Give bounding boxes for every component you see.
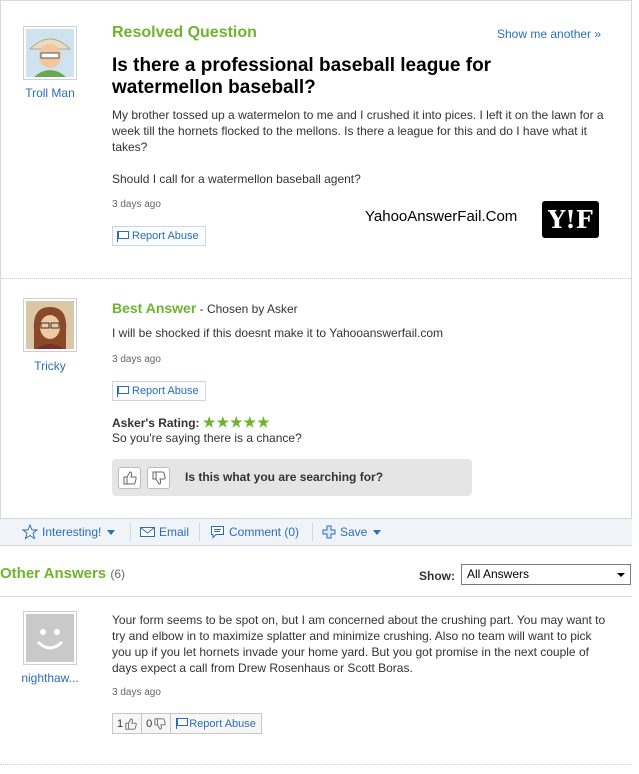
show-me-another-link[interactable]: Show me another » — [497, 27, 601, 41]
chevron-down-icon — [617, 573, 625, 577]
answer2-text: Your form seems to be spot on, but I am … — [112, 613, 606, 675]
tricky-avatar-icon — [26, 301, 74, 349]
question-body-paragraph: My brother tossed up a watermelon to me … — [112, 108, 604, 154]
toolbar-separator — [312, 523, 313, 541]
question-date: 3 days ago — [112, 199, 161, 210]
answerer-name[interactable]: Tricky — [10, 359, 90, 373]
answer2-date: 3 days ago — [112, 687, 161, 698]
thumbs-down-button[interactable]: 0 — [142, 713, 172, 734]
default-avatar-icon — [26, 614, 74, 662]
chevron-down-icon — [373, 529, 382, 535]
report-abuse-label: Report Abuse — [189, 717, 256, 730]
report-abuse-label: Report Abuse — [132, 385, 199, 397]
other-answers-count: (6) — [110, 567, 125, 581]
comment-icon — [211, 526, 224, 539]
best-answer-heading: Best Answer - Chosen by Asker — [112, 300, 298, 316]
asker-avatar[interactable] — [23, 26, 77, 80]
asker-name[interactable]: Troll Man — [10, 86, 90, 100]
email-label: Email — [159, 525, 190, 539]
interesting-button[interactable]: Interesting! — [22, 519, 116, 545]
email-button[interactable]: Email — [140, 519, 189, 545]
best-answer-date: 3 days ago — [112, 354, 161, 365]
comment-label: Comment (0) — [229, 525, 300, 539]
comment-button[interactable]: Comment (0) — [210, 519, 299, 545]
email-icon — [140, 527, 155, 537]
save-label: Save — [340, 525, 368, 539]
answerer-avatar[interactable] — [23, 298, 77, 352]
best-answer-text: I will be shocked if this doesnt make it… — [112, 326, 444, 340]
show-answers-selected: All Answers — [467, 567, 530, 581]
watermark-text: YahooAnswerFail.Com — [365, 208, 518, 225]
section-divider — [0, 764, 632, 765]
thumbs-down-button[interactable] — [147, 467, 170, 489]
askers-rating: Asker's Rating: ★★★★★ — [112, 414, 271, 431]
save-button[interactable]: Save — [322, 519, 382, 545]
other-answers-heading: Other Answers (6) — [0, 565, 125, 582]
answer2-vote-group: 1 0 Report Abuse — [112, 713, 262, 734]
flag-icon — [176, 718, 189, 729]
yf-logo-text: Y!F — [548, 205, 593, 234]
toolbar-separator — [130, 523, 131, 541]
thumbs-up-icon — [123, 471, 137, 485]
rating-comment: So you're saying there is a chance? — [112, 431, 302, 445]
thumbs-up-button[interactable]: 1 — [112, 713, 143, 734]
star-icon — [22, 524, 38, 540]
answer2-avatar[interactable] — [23, 611, 77, 665]
thumbs-up-icon — [125, 717, 137, 730]
question-body: My brother tossed up a watermelon to me … — [112, 107, 612, 203]
answer2-name[interactable]: nighthaw... — [10, 671, 90, 685]
question-title: Is there a professional baseball league … — [112, 55, 492, 98]
flag-icon — [117, 230, 129, 242]
action-toolbar: Interesting! Email Comment (0) Save — [0, 518, 632, 546]
thumbs-down-icon — [154, 717, 166, 730]
thumbs-down-count: 0 — [146, 717, 153, 730]
flag-icon — [117, 385, 129, 397]
thumbs-up-count: 1 — [117, 717, 124, 730]
toolbar-separator — [199, 523, 200, 541]
interesting-label: Interesting! — [42, 525, 102, 539]
chevron-down-icon — [107, 529, 116, 535]
thumbs-down-icon — [152, 471, 166, 485]
report-abuse-label: Report Abuse — [132, 230, 199, 242]
search-prompt: Is this what you are searching for? — [185, 470, 384, 484]
report-abuse-button[interactable]: Report Abuse — [112, 381, 206, 401]
chosen-by-asker-label: - Chosen by Asker — [196, 302, 298, 316]
thumbs-up-button[interactable] — [118, 467, 141, 489]
search-feedback-box: Is this what you are searching for? — [112, 459, 472, 496]
report-abuse-button[interactable]: Report Abuse — [171, 713, 262, 734]
show-filter-label: Show: — [419, 569, 455, 583]
plus-icon — [322, 525, 336, 539]
best-answer-label: Best Answer — [112, 300, 197, 316]
yf-logo: Y!F — [542, 201, 599, 238]
askers-rating-label: Asker's Rating: — [112, 416, 200, 430]
resolved-question-label: Resolved Question — [112, 24, 257, 41]
card-top-border — [0, 0, 632, 4]
report-abuse-button[interactable]: Report Abuse — [112, 226, 206, 246]
rating-stars: ★★★★★ — [202, 414, 271, 430]
show-answers-select[interactable]: All Answers — [461, 564, 631, 585]
other-answers-title: Other Answers — [0, 565, 107, 582]
troll-man-avatar-icon — [26, 29, 74, 77]
question-body-paragraph: Should I call for a watermellon baseball… — [112, 172, 361, 186]
section-divider — [1, 278, 631, 279]
